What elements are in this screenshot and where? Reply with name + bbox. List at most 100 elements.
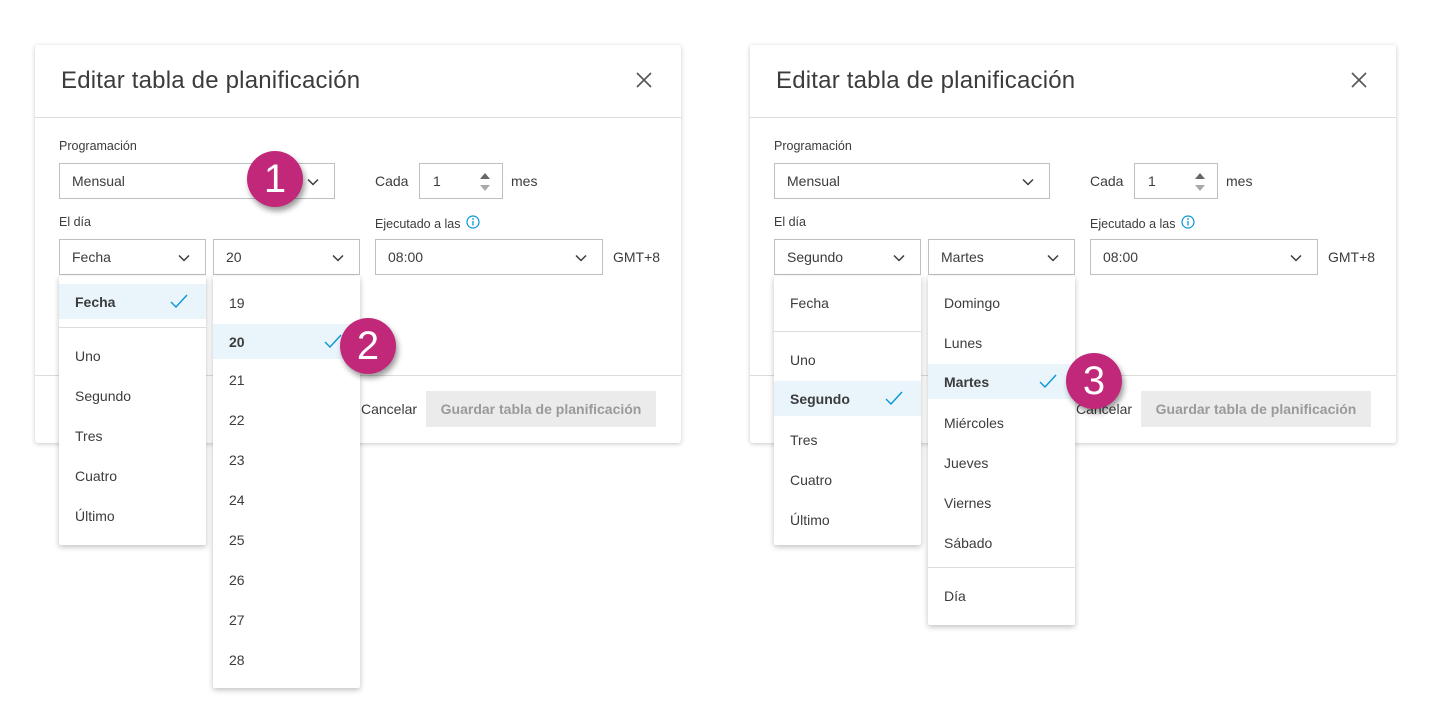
ejecutado-label: Ejecutado a las bbox=[1090, 215, 1195, 232]
option-label: 27 bbox=[229, 612, 245, 628]
option-label: Domingo bbox=[944, 295, 1000, 311]
option-label: Uno bbox=[790, 352, 816, 368]
dropdown-option[interactable]: 20 bbox=[213, 324, 360, 359]
programacion-select[interactable]: Mensual bbox=[774, 163, 1050, 199]
check-icon bbox=[1039, 373, 1057, 389]
edit-schedule-dialog-1: Editar tabla de planificaciónProgramació… bbox=[35, 45, 681, 443]
dropdown-option[interactable]: Lunes bbox=[928, 325, 1075, 360]
ejecutado-label: Ejecutado a las bbox=[375, 215, 480, 232]
option-label: Jueves bbox=[944, 455, 988, 471]
option-label: Fecha bbox=[75, 294, 115, 310]
dropdown-option[interactable]: Viernes bbox=[928, 485, 1075, 520]
decrement-icon[interactable] bbox=[480, 185, 490, 191]
dropdown-option[interactable]: 28 bbox=[213, 642, 360, 677]
option-label: 19 bbox=[229, 295, 245, 311]
dropdown-option[interactable]: Día bbox=[928, 578, 1075, 613]
dropdown-option[interactable]: Sábado bbox=[928, 525, 1075, 560]
dropdown-divider bbox=[59, 327, 206, 328]
unit-label: mes bbox=[511, 173, 537, 189]
dialog-title: Editar tabla de planificación bbox=[61, 67, 360, 95]
day-type-select[interactable]: Fecha bbox=[59, 239, 206, 275]
dropdown-option[interactable]: Tres bbox=[59, 418, 206, 453]
edit-schedule-dialog-2: Editar tabla de planificación Programació… bbox=[750, 45, 1396, 443]
dropdown-option[interactable]: Uno bbox=[774, 342, 921, 377]
dropdown-menu2: 19 20 21 22 23 24 25 26 27 28 bbox=[213, 276, 360, 688]
dropdown-option[interactable]: Domingo bbox=[928, 285, 1075, 320]
option-label: Miércoles bbox=[944, 415, 1004, 431]
dropdown-option[interactable]: Segundo bbox=[59, 378, 206, 413]
dropdown-option[interactable]: Último bbox=[59, 498, 206, 533]
dropdown-option[interactable]: Tres bbox=[774, 422, 921, 457]
option-label: Uno bbox=[75, 348, 101, 364]
increment-icon[interactable] bbox=[480, 173, 490, 179]
dropdown-option[interactable]: 24 bbox=[213, 482, 360, 517]
dropdown-option[interactable]: Martes bbox=[928, 364, 1075, 399]
option-label: 21 bbox=[229, 372, 245, 388]
info-icon[interactable] bbox=[1181, 215, 1195, 232]
day-type-value: Fecha bbox=[72, 249, 111, 265]
day-type-select[interactable]: Segundo bbox=[774, 239, 921, 275]
dropdown-option[interactable]: Fecha bbox=[59, 284, 206, 319]
cada-stepper[interactable]: 1 bbox=[1134, 163, 1218, 199]
decrement-icon[interactable] bbox=[1195, 185, 1205, 191]
day-type-value: Segundo bbox=[787, 249, 843, 265]
day-value-select[interactable]: 20 bbox=[213, 239, 360, 275]
option-label: 28 bbox=[229, 652, 245, 668]
dropdown-menu1: Fecha Uno Segundo Tres Cuatro Último bbox=[59, 276, 206, 545]
dropdown-option[interactable]: Cuatro bbox=[59, 458, 206, 493]
option-label: Lunes bbox=[944, 335, 982, 351]
time-value: 08:00 bbox=[388, 249, 423, 265]
info-icon[interactable] bbox=[466, 215, 480, 232]
cancel-button[interactable]: Cancelar bbox=[361, 401, 417, 417]
timezone-label: GMT+8 bbox=[1328, 249, 1375, 265]
option-label: Tres bbox=[790, 432, 817, 448]
chevron-down-icon bbox=[892, 251, 906, 265]
time-select[interactable]: 08:00 bbox=[375, 239, 603, 275]
step-badge: 3 bbox=[1066, 353, 1122, 409]
dropdown-option[interactable]: 25 bbox=[213, 522, 360, 557]
dropdown-option[interactable]: 21 bbox=[213, 362, 360, 397]
increment-icon[interactable] bbox=[1195, 173, 1205, 179]
cada-value: 1 bbox=[1148, 173, 1156, 189]
programacion-label: Programación bbox=[774, 139, 852, 153]
day-value: Martes bbox=[941, 249, 984, 265]
day-value-select[interactable]: Martes bbox=[928, 239, 1075, 275]
cada-label: Cada bbox=[375, 173, 408, 189]
dropdown-option[interactable]: 22 bbox=[213, 402, 360, 437]
dropdown-option[interactable]: Segundo bbox=[774, 381, 921, 416]
option-label: Martes bbox=[944, 374, 989, 390]
chevron-down-icon bbox=[306, 175, 320, 189]
dropdown-option[interactable]: Miércoles bbox=[928, 405, 1075, 440]
dropdown-option[interactable]: Cuatro bbox=[774, 462, 921, 497]
dropdown-menu2: Domingo Lunes Martes Miércoles Jueves Viernes… bbox=[928, 276, 1075, 625]
check-icon bbox=[170, 293, 188, 309]
option-label: 26 bbox=[229, 572, 245, 588]
dropdown-option[interactable]: 26 bbox=[213, 562, 360, 597]
cada-label: Cada bbox=[1090, 173, 1123, 189]
cada-stepper[interactable]: 1 bbox=[419, 163, 503, 199]
dropdown-option[interactable]: 19 bbox=[213, 285, 360, 320]
save-schedule-button[interactable]: Guardar tabla de planificación bbox=[426, 391, 656, 427]
dropdown-option[interactable]: Uno bbox=[59, 338, 206, 373]
dialog-title: Editar tabla de planificación bbox=[776, 67, 1075, 95]
close-icon[interactable] bbox=[1348, 69, 1370, 91]
option-label: Día bbox=[944, 588, 966, 604]
save-schedule-button[interactable]: Guardar tabla de planificación bbox=[1141, 391, 1371, 427]
chevron-down-icon bbox=[1046, 251, 1060, 265]
timezone-label: GMT+8 bbox=[613, 249, 660, 265]
dropdown-option[interactable]: Jueves bbox=[928, 445, 1075, 480]
option-label: Fecha bbox=[790, 295, 829, 311]
day-value: 20 bbox=[226, 249, 242, 265]
option-label: Sábado bbox=[944, 535, 992, 551]
option-label: Cuatro bbox=[75, 468, 117, 484]
dropdown-option[interactable]: Último bbox=[774, 502, 921, 537]
option-label: 23 bbox=[229, 452, 245, 468]
close-icon[interactable] bbox=[633, 69, 655, 91]
option-label: Segundo bbox=[75, 388, 131, 404]
dropdown-option[interactable]: Fecha bbox=[774, 285, 921, 320]
dropdown-option[interactable]: 23 bbox=[213, 442, 360, 477]
option-label: Tres bbox=[75, 428, 102, 444]
dropdown-option[interactable]: 27 bbox=[213, 602, 360, 637]
el-dia-label: El día bbox=[774, 215, 806, 229]
time-select[interactable]: 08:00 bbox=[1090, 239, 1318, 275]
